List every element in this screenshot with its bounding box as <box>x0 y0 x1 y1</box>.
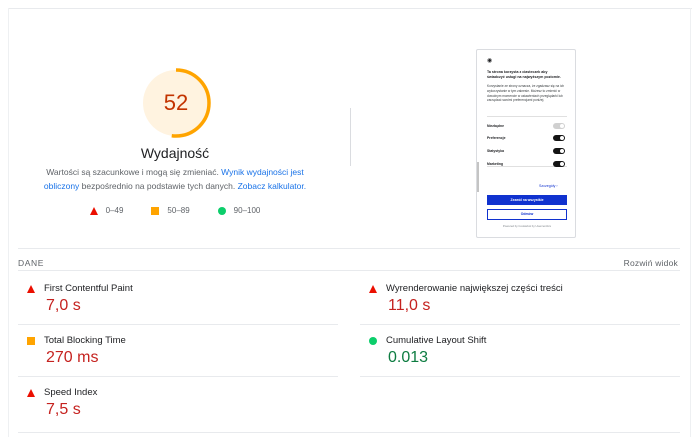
legend-item-average: 50–89 <box>151 206 190 215</box>
cookie-row-label: Statystyka <box>487 149 504 153</box>
cookie-divider <box>487 116 567 117</box>
cookie-logo-icon: ◉ <box>487 58 493 64</box>
metric-name: First Contentful Paint <box>44 283 133 294</box>
cookie-deny-button: Odmów <box>487 209 567 220</box>
legend-item-poor: 0–49 <box>89 206 124 215</box>
metric-divider <box>18 432 680 433</box>
right-border <box>690 8 691 437</box>
performance-label: Wydajność <box>140 145 210 161</box>
metric-divider <box>18 324 338 325</box>
vertical-divider <box>350 108 351 166</box>
cookie-row-label: Preferencje <box>487 136 506 140</box>
cookie-row-marketing: Marketing <box>487 160 567 168</box>
metric-speed-index: Speed Index 7,5 s <box>27 387 337 419</box>
metric-divider <box>360 376 680 377</box>
cookie-row-necessary: Niezbędne <box>487 122 567 130</box>
cookie-details-text: Szczegóły <box>539 184 556 188</box>
red-triangle-icon <box>89 206 98 215</box>
cookie-title: Ta strona korzysta z ciasteczek aby świa… <box>487 70 561 79</box>
left-border <box>8 8 9 437</box>
red-triangle-icon <box>27 388 35 397</box>
performance-score: 52 <box>163 90 189 115</box>
metric-name: Wyrenderowanie największej części treści <box>386 283 563 294</box>
toggle-icon <box>553 123 565 129</box>
section-header-divider <box>18 270 680 271</box>
top-divider <box>8 8 692 9</box>
orange-square-icon <box>151 206 160 215</box>
green-circle-icon <box>217 206 226 215</box>
metric-fcp: First Contentful Paint 7,0 s <box>27 283 337 315</box>
metric-tbt: Total Blocking Time 270 ms <box>27 335 337 367</box>
metric-value: 7,0 s <box>46 297 81 314</box>
metric-name: Cumulative Layout Shift <box>386 335 487 346</box>
toggle-icon <box>553 148 565 154</box>
description-text-2: bezpośrednio na podstawie tych danych. <box>79 181 238 191</box>
description-text-1: Wartości są szacunkowe i mogą się zmieni… <box>46 167 222 177</box>
cookie-footer: Powered by Cookiebot by Usercentrics <box>502 224 552 228</box>
red-triangle-icon <box>27 284 35 293</box>
toggle-icon <box>553 161 565 167</box>
legend-range: 90–100 <box>233 206 261 215</box>
toggle-icon <box>553 135 565 141</box>
cookie-banner: ◉ Ta strona korzysta z ciasteczek aby św… <box>481 50 569 236</box>
cookie-row-preferences: Preferencje <box>487 134 567 142</box>
score-legend: 0–49 50–89 90–100 <box>0 206 350 215</box>
cookie-body: Korzystanie ze strony oznacza, że zgadza… <box>487 84 565 103</box>
metric-value: 11,0 s <box>388 297 431 314</box>
page-screenshot-thumbnail[interactable]: ◉ Ta strona korzysta z ciasteczek aby św… <box>476 49 576 238</box>
red-triangle-icon <box>369 284 377 293</box>
metric-lcp: Wyrenderowanie największej części treści… <box>369 283 679 315</box>
cookie-row-statistics: Statystyka <box>487 147 567 155</box>
metric-divider <box>18 376 338 377</box>
scroll-indicator <box>477 162 479 192</box>
metric-value: 270 ms <box>46 349 99 366</box>
expand-view-toggle[interactable]: Rozwiń widok <box>624 258 678 268</box>
score-description: Wartości są szacunkowe i mogą się zmieni… <box>30 165 320 193</box>
legend-item-good: 90–100 <box>217 206 261 215</box>
cookie-row-label: Niezbędne <box>487 124 504 128</box>
orange-square-icon <box>27 336 35 345</box>
metric-value: 7,5 s <box>46 401 81 418</box>
calculator-link[interactable]: Zobacz kalkulator. <box>238 181 307 191</box>
section-divider <box>18 248 680 249</box>
cookie-row-label: Marketing <box>487 162 504 166</box>
metric-name: Speed Index <box>44 387 98 398</box>
metric-cls: Cumulative Layout Shift 0.013 <box>369 335 679 367</box>
legend-range: 0–49 <box>105 206 124 215</box>
metric-name: Total Blocking Time <box>44 335 126 346</box>
cookie-allow-button: Zezwól na wszystkie <box>487 195 567 205</box>
metric-value: 0.013 <box>388 349 429 366</box>
legend-range: 50–89 <box>167 206 190 215</box>
metrics-section-title: DANE <box>18 258 45 268</box>
green-circle-icon <box>369 336 377 345</box>
cookie-details-link: Szczegóły › <box>539 184 558 188</box>
metric-divider <box>360 324 680 325</box>
